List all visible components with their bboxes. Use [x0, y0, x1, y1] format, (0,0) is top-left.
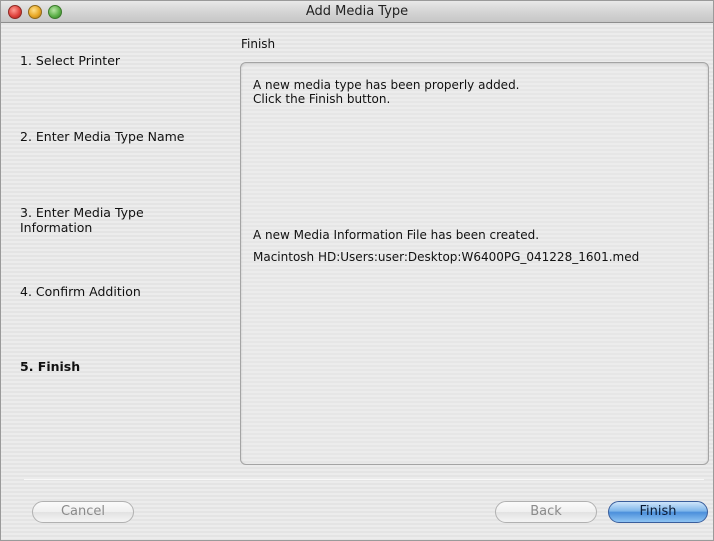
- step-confirm-addition: 4. Confirm Addition: [20, 284, 141, 299]
- title-bar[interactable]: Add Media Type: [1, 1, 713, 23]
- step-enter-media-type-name: 2. Enter Media Type Name: [20, 129, 185, 144]
- step-finish: 5. Finish: [20, 359, 81, 374]
- finish-button[interactable]: Finish: [608, 501, 708, 523]
- cancel-button[interactable]: Cancel: [32, 501, 134, 523]
- add-media-type-window: Add Media Type 1. Select Printer 2. Ente…: [0, 0, 714, 541]
- back-button[interactable]: Back: [495, 501, 597, 523]
- section-title: Finish: [241, 37, 276, 51]
- success-message: A new media type has been properly added…: [253, 78, 520, 92]
- message-panel: A new media type has been properly added…: [240, 62, 709, 465]
- window-title: Add Media Type: [305, 4, 409, 19]
- wizard-steps: 1. Select Printer 2. Enter Media Type Na…: [1, 23, 231, 463]
- file-path: Macintosh HD:Users:user:Desktop:W6400PG_…: [253, 250, 640, 264]
- divider: [24, 479, 704, 480]
- step-select-printer: 1. Select Printer: [20, 53, 121, 68]
- step-enter-media-type-information: 3. Enter Media Type Information: [20, 205, 144, 235]
- instruction-message: Click the Finish button.: [253, 92, 391, 106]
- file-created-message: A new Media Information File has been cr…: [253, 228, 540, 242]
